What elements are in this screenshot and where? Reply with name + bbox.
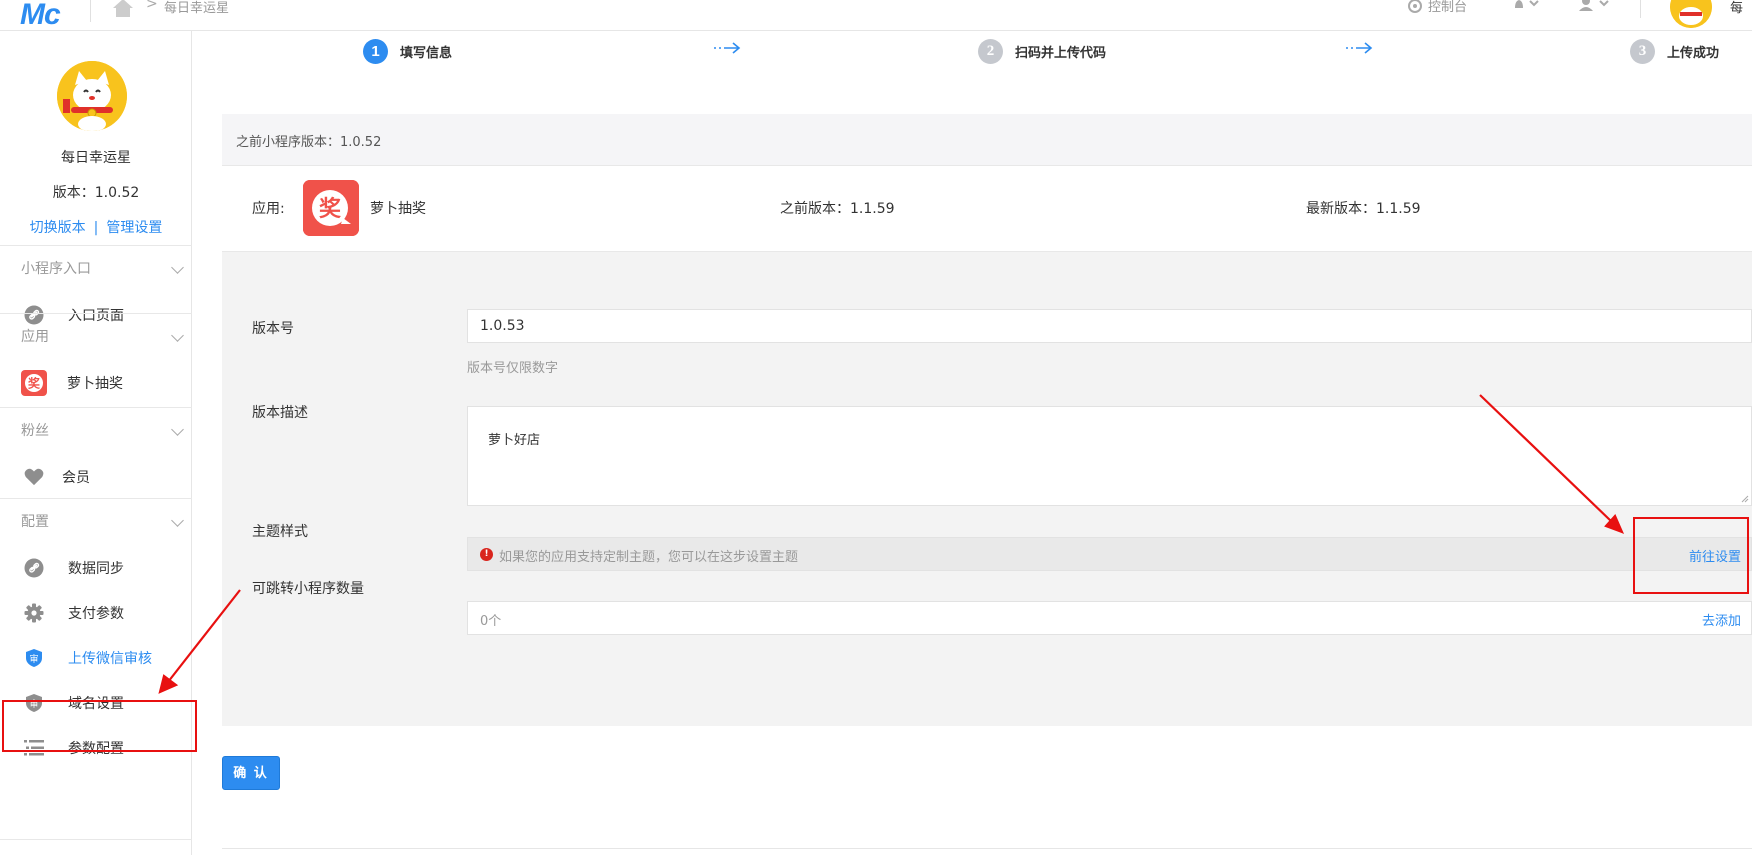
avatar[interactable] xyxy=(1670,0,1712,28)
theme-tip: 如果您的应用支持定制主题，您可以在这步设置主题 xyxy=(499,550,799,565)
theme-field: ! 如果您的应用支持定制主题，您可以在这步设置主题 前往设置 xyxy=(467,537,1752,571)
step-2: 2 扫码并上传代码 xyxy=(978,39,1106,64)
sidebar-item-prize-app[interactable]: 奖 萝卜抽奖 xyxy=(0,360,192,405)
sidebar-item-members[interactable]: 会员 xyxy=(0,454,192,499)
step-label: 填写信息 xyxy=(400,46,453,61)
logo: Mc xyxy=(20,0,61,31)
previous-version-text: 之前小程序版本：1.0.52 xyxy=(236,135,382,150)
app-name: 每日幸运星 xyxy=(61,150,131,166)
resize-handle-icon[interactable] xyxy=(1741,495,1749,503)
chevron-down-icon xyxy=(171,261,184,274)
version-input[interactable]: 1.0.53 xyxy=(467,309,1752,343)
sidebar-group-fans: 粉丝 会员 xyxy=(0,407,192,499)
jump-count-field: 0个 去添加 xyxy=(467,601,1752,635)
version-hint: 版本号仅限数字 xyxy=(467,361,559,376)
group-title-label: 粉丝 xyxy=(21,423,49,439)
svg-text:奖: 奖 xyxy=(28,375,41,390)
step-1: 1 填写信息 xyxy=(363,39,452,64)
breadcrumb[interactable]: 每日幸运星 xyxy=(164,0,229,16)
app-name: 萝卜抽奖 xyxy=(370,201,426,217)
step-label: 扫码并上传代码 xyxy=(1015,46,1107,61)
arrow-right-icon xyxy=(1346,42,1373,54)
sidebar-group-title[interactable]: 应用 xyxy=(0,314,192,360)
sidebar-item-payment-params[interactable]: 支付参数 xyxy=(0,590,192,635)
theme-label: 主题样式 xyxy=(252,524,308,540)
jump-count-label: 可跳转小程序数量 xyxy=(252,581,364,597)
add-jump-link[interactable]: 去添加 xyxy=(1702,610,1741,629)
chevron-down-icon xyxy=(171,514,184,527)
highlight-box xyxy=(1633,517,1749,594)
sidebar-item-label: 上传微信审核 xyxy=(68,650,152,667)
description-label: 版本描述 xyxy=(252,405,308,421)
group-title-label: 配置 xyxy=(21,514,49,530)
app-previous-version: 之前版本：1.1.59 xyxy=(780,201,895,217)
sidebar-item-data-sync[interactable]: 数据同步 xyxy=(0,545,192,590)
jump-count-value: 0个 xyxy=(480,614,502,629)
group-title-label: 应用 xyxy=(21,329,49,345)
arrow-right-icon xyxy=(714,42,741,54)
sidebar-item-label: 数据同步 xyxy=(68,560,124,577)
version-label: 版本号 xyxy=(252,321,294,337)
steps-bar: 1 填写信息 2 扫码并上传代码 3 上传成功 xyxy=(192,31,1752,71)
link-separator: | xyxy=(93,220,99,236)
sidebar-group-apps: 应用 奖 萝卜抽奖 xyxy=(0,313,192,405)
bell-icon[interactable] xyxy=(1512,0,1540,15)
sidebar-group-title[interactable]: 配置 xyxy=(0,499,192,545)
page: Mc > 每日幸运星 控制台 每 每日幸运星 版本：1.0.52 切换版本 | … xyxy=(0,0,1752,855)
group-title-label: 小程序入口 xyxy=(21,261,91,277)
prize-app-icon: 奖 xyxy=(21,369,47,396)
app-avatar xyxy=(57,61,127,131)
app-icon-glyph: 奖 xyxy=(319,196,342,222)
divider xyxy=(222,848,1752,849)
app-info-row: 应用: 奖 萝卜抽奖 之前版本：1.1.59 最新版本：1.1.59 xyxy=(222,166,1752,252)
switch-version-link[interactable]: 切换版本 xyxy=(30,220,86,236)
user-name[interactable]: 每 xyxy=(1730,0,1743,16)
gear-icon xyxy=(24,603,44,623)
divider xyxy=(0,839,192,840)
step-number: 2 xyxy=(978,39,1003,64)
chevron-down-icon xyxy=(171,423,184,436)
chevron-down-icon xyxy=(171,329,184,342)
confirm-button[interactable]: 确 认 xyxy=(222,756,280,790)
release-form: 版本号 1.0.53 版本号仅限数字 版本描述 萝卜好店 主题样式 ! 如果您的… xyxy=(222,252,1752,726)
app-label: 应用: xyxy=(252,201,285,217)
console-link[interactable]: 控制台 xyxy=(1408,0,1467,15)
sidebar-item-label: 支付参数 xyxy=(68,605,124,622)
app-latest-version: 最新版本：1.1.59 xyxy=(1306,201,1421,217)
heart-icon xyxy=(24,467,44,487)
user-menu-icon[interactable] xyxy=(1578,0,1612,15)
app-version: 版本：1.0.52 xyxy=(52,185,140,201)
warning-icon: ! xyxy=(480,548,493,561)
step-number: 3 xyxy=(1630,39,1655,64)
sidebar-item-upload-wechat-review[interactable]: 审 上传微信审核 xyxy=(0,635,192,680)
step-label: 上传成功 xyxy=(1667,46,1720,61)
description-value: 萝卜好店 xyxy=(488,433,541,448)
prize-app-icon: 奖 xyxy=(303,180,359,236)
sidebar-item-label: 萝卜抽奖 xyxy=(67,375,123,392)
console-label: 控制台 xyxy=(1428,0,1468,15)
version-input-value: 1.0.53 xyxy=(480,318,525,334)
step-number: 1 xyxy=(363,39,388,64)
highlight-box xyxy=(2,700,197,752)
home-icon[interactable] xyxy=(112,0,134,18)
sidebar-group-title[interactable]: 小程序入口 xyxy=(0,246,192,292)
sidebar-links: 切换版本 | 管理设置 xyxy=(0,217,192,237)
sidebar-item-label: 会员 xyxy=(62,469,90,486)
shield-icon: 审 xyxy=(24,648,44,668)
breadcrumb-separator: > xyxy=(146,0,158,12)
sidebar-group-title[interactable]: 粉丝 xyxy=(0,408,192,454)
description-textarea[interactable]: 萝卜好店 xyxy=(467,406,1752,506)
step-3: 3 上传成功 xyxy=(1630,39,1719,64)
link-icon xyxy=(24,558,44,578)
svg-text:审: 审 xyxy=(29,653,38,665)
manage-settings-link[interactable]: 管理设置 xyxy=(106,220,162,236)
top-bar: Mc > 每日幸运星 控制台 每 xyxy=(0,0,1752,31)
divider xyxy=(90,0,91,22)
previous-version-bar: 之前小程序版本：1.0.52 xyxy=(222,114,1752,166)
divider xyxy=(1640,0,1641,18)
console-icon xyxy=(1408,0,1422,13)
